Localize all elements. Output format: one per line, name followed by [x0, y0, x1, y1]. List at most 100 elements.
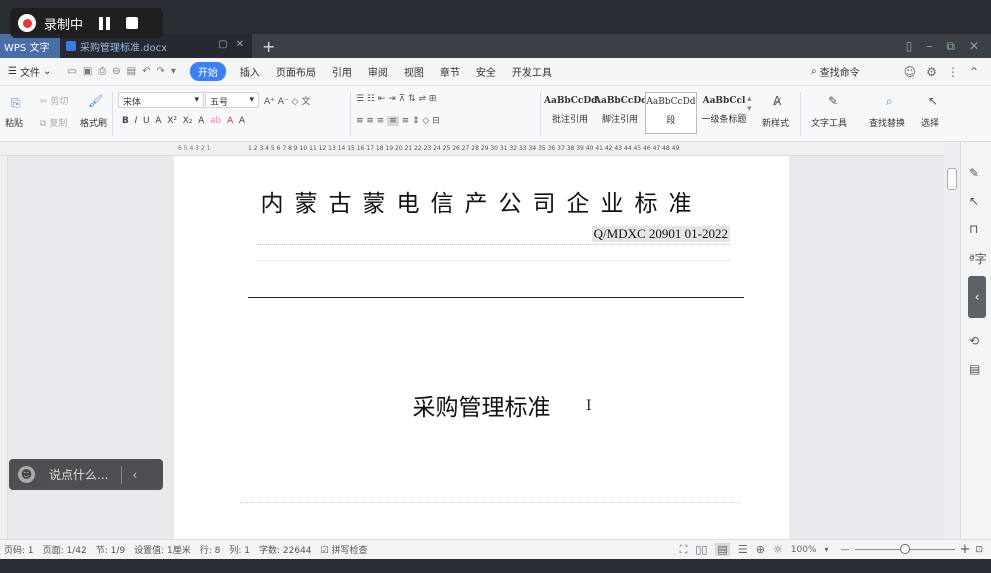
copy-icon: ⧉: [40, 119, 47, 129]
tab-references[interactable]: 引用: [332, 64, 352, 79]
zoom-level[interactable]: 100%: [791, 545, 817, 555]
style-heading-1[interactable]: AaBbCcl 一级条标题: [698, 92, 750, 134]
stop-button[interactable]: [126, 17, 139, 29]
print-icon[interactable]: ⎙: [98, 66, 106, 77]
word-count[interactable]: 字数: 22644: [259, 543, 312, 556]
text-format-buttons[interactable]: B I U A X² X₂ A ab A A: [122, 116, 245, 126]
book-view-icon[interactable]: ▯▯: [695, 543, 707, 556]
page-view-icon[interactable]: ▤: [715, 543, 730, 556]
zoom-slider[interactable]: [854, 544, 955, 554]
more-icon[interactable]: ⋮: [947, 65, 959, 79]
tab-review[interactable]: 审阅: [368, 64, 388, 79]
layout-icon[interactable]: ▯: [906, 39, 913, 54]
align-buttons[interactable]: ≡ ≡ ≡ ≡ ≡ ⇕ ◇ ⊟: [356, 116, 440, 126]
chat-input[interactable]: ☻ 说点什么... ‹: [9, 459, 163, 490]
spell-check[interactable]: ☑ 拼写检查: [321, 543, 368, 556]
gear-icon[interactable]: ⚙: [926, 65, 937, 79]
print-preview-icon[interactable]: ⊖: [112, 66, 120, 77]
brush-icon[interactable]: 🖌: [88, 94, 103, 108]
paste-button[interactable]: 粘贴: [5, 116, 23, 129]
cursor-select-icon[interactable]: ↖: [928, 94, 938, 108]
chevron-down-icon[interactable]: ▾: [825, 545, 829, 554]
text-cursor-icon: I: [586, 398, 592, 414]
pointer-icon[interactable]: ↖: [969, 194, 979, 208]
search-command-label: 查找命令: [819, 68, 860, 79]
search-command[interactable]: ⌕ 查找命令: [811, 64, 860, 79]
document-tab-label: 采购管理标准.docx: [80, 42, 168, 54]
recording-label: 录制中: [44, 17, 84, 33]
new-style-icon[interactable]: A̷: [773, 94, 781, 108]
text-tools-icon[interactable]: ✎: [828, 94, 838, 108]
font-size-select[interactable]: 五号 ▾: [205, 92, 259, 108]
outline-view-icon[interactable]: ☰: [738, 543, 748, 556]
smiley-icon[interactable]: ☻: [18, 466, 35, 483]
tab-developer[interactable]: 开发工具: [512, 64, 552, 79]
restore-icon[interactable]: ⧉: [946, 39, 955, 54]
format-painter-button[interactable]: 格式刷: [80, 116, 107, 129]
fit-page-icon[interactable]: ⊡: [975, 545, 983, 555]
vertical-ruler[interactable]: [0, 156, 8, 539]
page-count[interactable]: 页面: 1/42: [43, 543, 87, 556]
tab-security[interactable]: 安全: [476, 64, 496, 79]
font-name-select[interactable]: 宋体 ▾: [118, 92, 204, 108]
column-number: 列: 1: [229, 546, 250, 556]
vertical-scrollbar[interactable]: [944, 142, 960, 539]
text-tools-button[interactable]: 文字工具: [811, 116, 847, 129]
pause-button[interactable]: [99, 16, 111, 30]
undo-icon[interactable]: ↶: [142, 66, 150, 77]
paste-icon[interactable]: ⎘: [11, 96, 21, 111]
lock-icon[interactable]: ⊓: [969, 222, 978, 236]
redo-icon[interactable]: ↷: [157, 66, 165, 77]
open-icon[interactable]: ▭: [67, 66, 76, 77]
tab-chapter[interactable]: 章节: [440, 64, 460, 79]
add-tab-button[interactable]: +: [262, 37, 275, 56]
cut-button[interactable]: ✂ 剪切: [40, 94, 68, 107]
styles-scroll-icon[interactable]: ▴ ▾: [747, 94, 752, 114]
quick-access-toolbar: ▭ ▣ ⎙ ⊖ ▤ ↶ ↷ ▾: [67, 66, 176, 77]
zoom-slider-knob[interactable]: [899, 544, 910, 554]
zoom-in-button[interactable]: +: [960, 542, 971, 557]
save-icon[interactable]: ▣: [83, 66, 92, 77]
expand-panel-button[interactable]: ‹: [968, 276, 986, 318]
fullscreen-icon[interactable]: ⛶: [680, 543, 688, 557]
close-tab-icon[interactable]: ✕: [236, 39, 244, 50]
new-style-button[interactable]: 新样式: [762, 116, 789, 129]
style-name: 批注引用: [551, 115, 588, 125]
style-paragraph[interactable]: AaBbCcDd 段: [645, 92, 697, 134]
select-button[interactable]: 选择: [921, 116, 939, 129]
web-view-icon[interactable]: ⊕: [756, 543, 765, 556]
list-buttons[interactable]: ☰ ☷ ⇤ ⇥ ⊼ ⇅ ⇌ ⊞: [356, 94, 436, 104]
translate-icon[interactable]: ª字: [969, 250, 987, 267]
dropdown-icon[interactable]: ▾: [171, 66, 176, 77]
find-replace-button[interactable]: 查找替换: [869, 116, 905, 129]
file-menu-label: 文件: [19, 68, 40, 79]
export-icon[interactable]: ▤: [127, 66, 136, 77]
minimize-icon[interactable]: –: [926, 39, 932, 54]
tab-insert[interactable]: 插入: [240, 64, 260, 79]
document-panel-icon[interactable]: ▤: [969, 362, 980, 376]
chevron-left-icon[interactable]: ‹: [132, 468, 137, 482]
style-footnote-ref[interactable]: AaBbCcDd 脚注引用: [594, 92, 647, 134]
collapse-ribbon-icon[interactable]: ⌃: [969, 65, 979, 79]
copy-button[interactable]: ⧉ 复制: [40, 116, 67, 129]
eye-protection-icon[interactable]: ☼: [773, 543, 783, 556]
tab-view[interactable]: 视图: [404, 64, 424, 79]
divider: [256, 260, 731, 261]
row-number: 行: 8: [199, 546, 221, 556]
horizontal-ruler[interactable]: 6 5 4 3 2 1 1 2 3 4 5 6 7 8 9 10 11 12 1…: [0, 142, 944, 156]
feedback-icon[interactable]: ☺: [904, 65, 917, 79]
pen-icon[interactable]: ✎: [969, 166, 979, 180]
history-icon[interactable]: ⟲: [969, 334, 979, 348]
scrollbar-thumb[interactable]: [947, 168, 957, 190]
close-window-icon[interactable]: ✕: [969, 39, 979, 54]
font-size-buttons[interactable]: A⁺ A⁻ ◇ 文: [264, 94, 310, 107]
tab-page-layout[interactable]: 页面布局: [276, 64, 316, 79]
window-icon[interactable]: ▢: [218, 39, 227, 50]
file-menu[interactable]: ☰ 文件 ⌄: [8, 64, 51, 79]
status-bar: 页码: 1 页面: 1/42 节: 1/9 设置值: 1厘米 行: 8 列: 1…: [0, 539, 991, 559]
document-page[interactable]: 内蒙古蒙电信产公司企业标准 Q/MDXC 20901 01-2022 采购管理标…: [174, 156, 789, 539]
find-icon[interactable]: ⌕: [886, 94, 893, 109]
style-comment-ref[interactable]: AaBbCcDd 批注引用: [544, 92, 597, 134]
tab-home[interactable]: 开始: [189, 62, 226, 81]
zoom-out-button[interactable]: —: [841, 545, 850, 555]
